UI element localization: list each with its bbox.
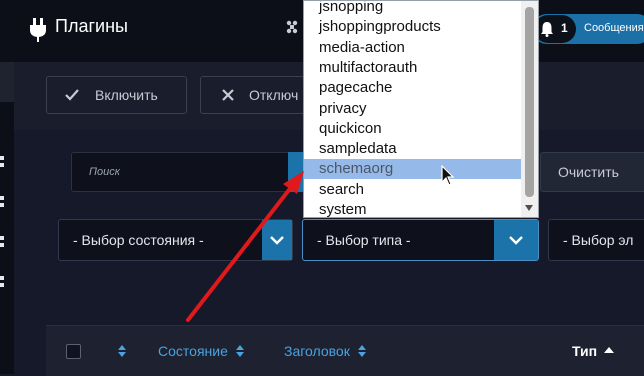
select-all-checkbox[interactable] bbox=[66, 344, 81, 359]
sort-order-column[interactable] bbox=[114, 343, 127, 359]
scroll-down-arrow-icon[interactable] bbox=[525, 205, 533, 211]
enable-button[interactable]: Включить bbox=[46, 76, 187, 114]
dropdown-option-highlighted[interactable]: schemaorg bbox=[304, 159, 522, 179]
notification-bell[interactable]: 1 bbox=[534, 15, 576, 43]
dropdown-option[interactable]: jsnopping bbox=[304, 1, 522, 17]
dropdown-option[interactable]: multifactorauth bbox=[304, 58, 522, 78]
search-input[interactable]: Поиск bbox=[71, 152, 289, 192]
joomla-logo-icon[interactable] bbox=[286, 20, 298, 34]
type-filter-toggle[interactable] bbox=[494, 220, 538, 260]
table-header: Состояние Заголовок Тип bbox=[46, 325, 644, 376]
messages-label: Сообщения bbox=[584, 22, 644, 34]
sort-icon bbox=[357, 345, 366, 357]
dropdown-option[interactable]: search bbox=[304, 180, 522, 200]
scrollbar-thumb[interactable] bbox=[525, 7, 534, 197]
type-dropdown-list[interactable]: jsnopping jshoppingproducts media-action mu… bbox=[303, 0, 539, 218]
sidebar-grid-icon[interactable] bbox=[0, 236, 5, 248]
chevron-down-icon bbox=[509, 236, 523, 245]
element-filter-select[interactable]: - Выбор эл bbox=[548, 219, 644, 261]
column-state[interactable]: Состояние bbox=[158, 343, 245, 359]
sidebar-grid-icon[interactable] bbox=[0, 156, 5, 168]
dropdown-option[interactable]: pagecache bbox=[304, 78, 522, 98]
check-icon bbox=[65, 89, 79, 101]
dropdown-option[interactable]: sampledata bbox=[304, 139, 522, 159]
column-title[interactable]: Заголовок bbox=[284, 343, 367, 359]
dropdown-option[interactable]: media-action bbox=[304, 38, 522, 58]
dropdown-option[interactable]: system bbox=[304, 200, 522, 217]
chevron-down-icon bbox=[270, 236, 284, 245]
sidebar-grid-icon[interactable] bbox=[0, 196, 5, 208]
clear-button[interactable]: Очистить bbox=[540, 152, 644, 192]
disable-button[interactable]: Отключ bbox=[200, 76, 320, 114]
notification-count: 1 bbox=[561, 21, 568, 35]
plug-icon bbox=[30, 18, 46, 42]
sidebar bbox=[0, 62, 14, 374]
dropdown-option[interactable]: jshoppingproducts bbox=[304, 17, 522, 37]
state-filter-select[interactable]: - Выбор состояния - bbox=[58, 219, 293, 261]
page-title: Плагины bbox=[55, 16, 128, 36]
notifications-button[interactable]: 1 Сообщения bbox=[532, 14, 644, 44]
sort-up-icon bbox=[603, 347, 614, 353]
close-icon bbox=[222, 89, 234, 101]
sidebar-grid-icon[interactable] bbox=[0, 276, 5, 288]
dropdown-option[interactable]: privacy bbox=[304, 99, 522, 119]
sidebar-active-item[interactable] bbox=[0, 62, 14, 102]
mouse-cursor-icon bbox=[441, 165, 455, 186]
search-placeholder: Поиск bbox=[89, 166, 120, 178]
dropdown-scrollbar[interactable] bbox=[521, 1, 538, 217]
sort-icon bbox=[235, 345, 244, 357]
dropdown-option[interactable]: quickicon bbox=[304, 119, 522, 139]
bell-icon bbox=[541, 22, 553, 37]
column-type[interactable]: Тип bbox=[572, 343, 614, 359]
state-filter-toggle[interactable] bbox=[262, 220, 292, 260]
type-filter-select[interactable]: - Выбор типа - bbox=[302, 219, 539, 261]
sort-icon bbox=[118, 345, 126, 357]
